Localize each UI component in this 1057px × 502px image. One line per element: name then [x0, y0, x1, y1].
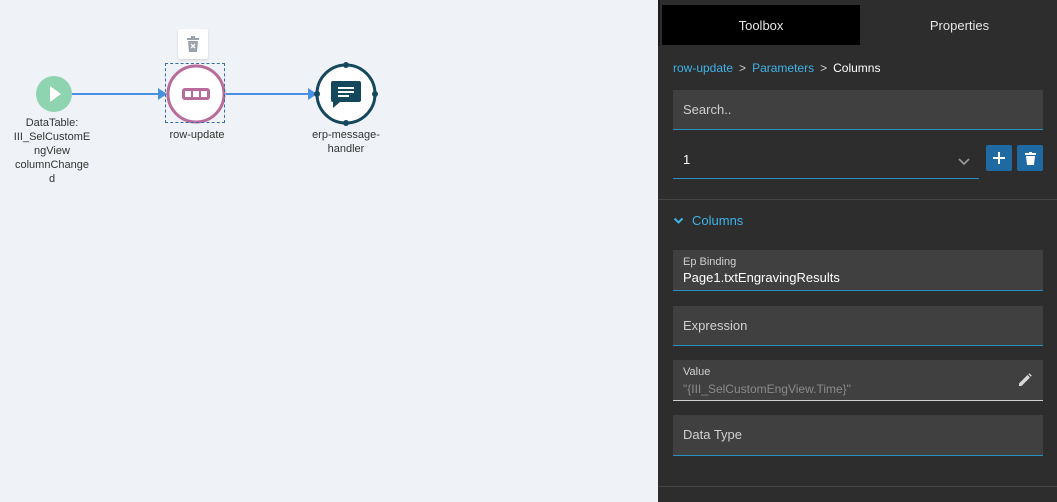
start-node[interactable]	[36, 76, 72, 112]
start-node-label: DataTable: III_SelCustomE ngView columnC…	[12, 116, 92, 186]
expression-field[interactable]: Expression	[673, 306, 1043, 346]
flow-canvas[interactable]: DataTable: III_SelCustomE ngView columnC…	[0, 0, 658, 502]
pencil-icon[interactable]	[1017, 372, 1033, 388]
erp-message-handler-node[interactable]	[314, 62, 378, 126]
tab-toolbox[interactable]: Toolbox	[662, 5, 860, 45]
start-node-label-line: ngView	[34, 145, 70, 157]
breadcrumb-separator: >	[739, 61, 747, 75]
ep-binding-value: Page1.txtEngravingResults	[683, 270, 840, 285]
delete-node-button[interactable]	[178, 29, 208, 59]
trash-icon	[1024, 151, 1036, 165]
flow-diagram	[36, 62, 378, 126]
port-dot[interactable]	[343, 120, 349, 126]
breadcrumb-current: Columns	[833, 61, 881, 75]
data-type-label: Data Type	[683, 427, 743, 442]
select-value: 1	[683, 152, 691, 167]
chevron-down-icon	[958, 158, 970, 166]
port-dot[interactable]	[372, 91, 378, 97]
trash-icon	[187, 36, 199, 52]
search-input[interactable]	[673, 90, 1043, 130]
start-node-label-line: columnChange	[15, 159, 89, 171]
start-node-label-line: III_SelCustomE	[13, 131, 91, 143]
erp-node-label-line: erp-message-	[312, 129, 380, 141]
data-type-field[interactable]: Data Type	[673, 415, 1043, 456]
expression-label: Expression	[683, 318, 748, 333]
plus-icon	[993, 152, 1005, 164]
chevron-down-icon	[673, 217, 684, 224]
selection-box	[165, 63, 225, 123]
erp-node-label: erp-message- handler	[306, 128, 386, 156]
section-divider	[658, 199, 1057, 200]
ep-binding-field[interactable]: Ep Binding Page1.txtEngravingResults	[673, 250, 1043, 291]
breadcrumb: row-update > Parameters > Columns	[673, 61, 880, 75]
value-field[interactable]: Value "{III_SelCustomEngView.Time}"	[673, 360, 1043, 401]
columns-section-toggle[interactable]: Columns	[673, 211, 743, 229]
port-dot[interactable]	[314, 91, 320, 97]
start-node-label-line: d	[48, 173, 56, 185]
delete-column-button[interactable]	[1017, 145, 1043, 171]
section-title: Columns	[692, 212, 744, 228]
value-label: Value	[683, 366, 711, 378]
panel-tabs: Toolbox Properties	[658, 0, 1057, 46]
tab-properties[interactable]: Properties	[860, 5, 1057, 45]
breadcrumb-row-update[interactable]: row-update	[673, 61, 733, 75]
value-text: "{III_SelCustomEngView.Time}"	[683, 382, 851, 396]
ep-binding-label: Ep Binding	[683, 256, 737, 268]
breadcrumb-parameters[interactable]: Parameters	[752, 61, 814, 75]
row-update-node-label: row-update	[169, 129, 225, 141]
breadcrumb-separator: >	[820, 61, 828, 75]
add-column-button[interactable]	[986, 145, 1012, 171]
section-divider	[658, 486, 1057, 487]
column-index-select[interactable]: 1	[673, 141, 979, 179]
right-panel: Toolbox Properties row-update > Parameters…	[658, 0, 1057, 502]
port-dot[interactable]	[343, 62, 349, 68]
erp-node-label-line: handler	[327, 143, 365, 155]
start-node-label-line: DataTable:	[25, 117, 79, 129]
